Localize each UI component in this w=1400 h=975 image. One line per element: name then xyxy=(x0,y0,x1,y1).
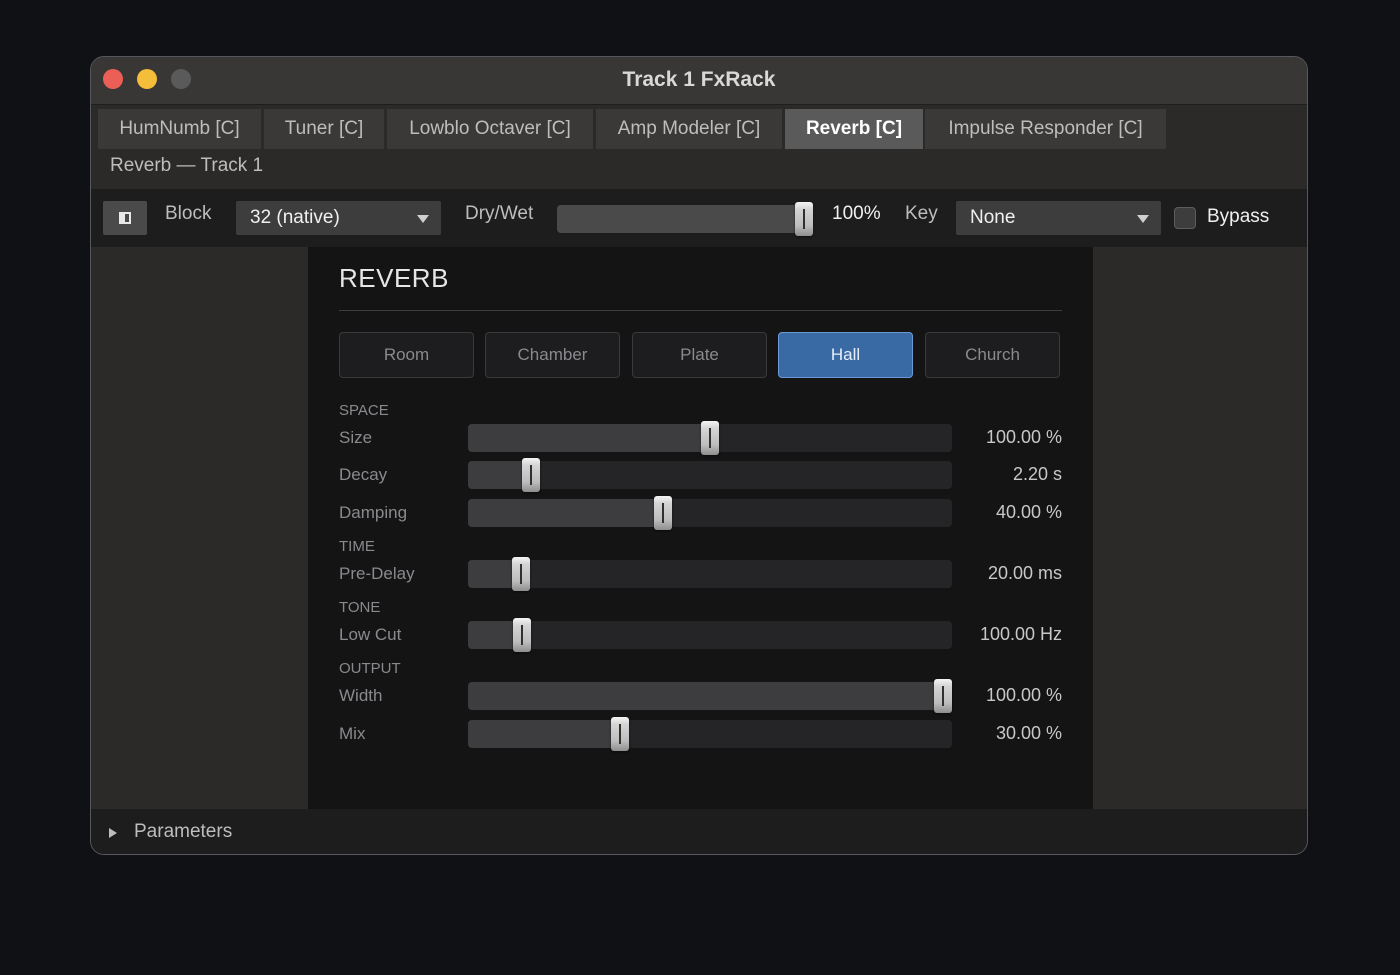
damping-slider[interactable] xyxy=(468,496,952,530)
panel-title: REVERB xyxy=(339,263,449,293)
bypass-label: Bypass xyxy=(1207,206,1270,227)
title-bar: Track 1 FxRack xyxy=(91,57,1307,105)
mix-slider-fill xyxy=(468,720,621,748)
mix-slider[interactable] xyxy=(468,717,952,751)
damping-label: Damping xyxy=(339,503,408,522)
lowcut-slider[interactable] xyxy=(468,618,952,652)
decay-slider-thumb[interactable] xyxy=(521,458,540,492)
disclosure-triangle-icon xyxy=(109,828,117,838)
size-slider[interactable] xyxy=(468,421,952,455)
decay-value: 2.20 s xyxy=(1012,464,1062,484)
lowcut-slider-track xyxy=(468,621,952,649)
mix-label: Mix xyxy=(339,724,366,743)
key-dropdown[interactable]: None xyxy=(956,201,1161,235)
tab-amp-modeler[interactable]: Amp Modeler [C] xyxy=(596,109,782,149)
size-label: Size xyxy=(339,428,373,447)
reverb-panel: REVERB Room Chamber Plate Hall Church SP… xyxy=(308,247,1093,809)
preset-hall-button[interactable]: Hall xyxy=(778,332,913,378)
parameters-disclosure[interactable]: Parameters xyxy=(91,809,1307,854)
plugin-content: REVERB Room Chamber Plate Hall Church SP… xyxy=(91,247,1307,809)
width-slider-thumb[interactable] xyxy=(934,679,952,713)
preset-room-button[interactable]: Room xyxy=(339,332,474,378)
mix-value: 30.00 % xyxy=(995,723,1062,743)
lowcut-value: 100.00 Hz xyxy=(979,624,1062,644)
drywet-slider[interactable] xyxy=(557,202,813,236)
tab-humnumb[interactable]: HumNumb [C] xyxy=(98,109,261,149)
window-title: Track 1 FxRack xyxy=(622,68,776,91)
mix-slider-thumb[interactable] xyxy=(611,717,630,751)
chevron-down-icon xyxy=(1137,215,1149,223)
section-space: SPACE xyxy=(339,402,389,419)
parameters-label: Parameters xyxy=(134,821,233,842)
fxrack-window: Track 1 FxRack HumNumb [C] Tuner [C] Low… xyxy=(90,56,1308,855)
block-label: Block xyxy=(165,203,212,224)
size-value: 100.00 % xyxy=(985,427,1062,447)
tab-bar: HumNumb [C] Tuner [C] Lowblo Octaver [C]… xyxy=(91,105,1307,151)
section-time: TIME xyxy=(339,538,375,555)
block-size-dropdown[interactable]: 32 (native) xyxy=(236,201,441,235)
tab-lowblo-octaver[interactable]: Lowblo Octaver [C] xyxy=(387,109,593,149)
size-slider-fill xyxy=(468,424,710,452)
drywet-label: Dry/Wet xyxy=(465,203,534,224)
damping-slider-fill xyxy=(468,499,664,527)
key-label: Key xyxy=(905,203,938,224)
chevron-down-icon xyxy=(417,215,429,223)
lowcut-slider-thumb[interactable] xyxy=(512,618,531,652)
bypass-checkbox[interactable] xyxy=(1174,207,1196,229)
preset-church-button[interactable]: Church xyxy=(925,332,1060,378)
sidebar-toggle-icon xyxy=(119,212,131,224)
drywet-slider-thumb[interactable] xyxy=(795,202,813,236)
tab-impulse-responder[interactable]: Impulse Responder [C] xyxy=(925,109,1166,149)
decay-label: Decay xyxy=(339,465,388,484)
section-output: OUTPUT xyxy=(339,660,401,677)
tab-tuner[interactable]: Tuner [C] xyxy=(264,109,384,149)
plugin-toolbar: Block 32 (native) Dry/Wet 100% Key None … xyxy=(91,189,1307,247)
width-label: Width xyxy=(339,686,383,705)
sidebar-toggle-button[interactable] xyxy=(103,201,147,235)
predelay-slider-track xyxy=(468,560,952,588)
predelay-label: Pre-Delay xyxy=(339,564,415,583)
predelay-value: 20.00 ms xyxy=(987,563,1062,583)
drywet-slider-fill xyxy=(557,205,804,233)
section-tone: TONE xyxy=(339,599,381,616)
drywet-value: 100% xyxy=(832,203,881,224)
width-slider-fill xyxy=(468,682,943,710)
plugin-subtitle: Reverb — Track 1 xyxy=(110,155,264,176)
key-value: None xyxy=(970,207,1016,228)
preset-chamber-button[interactable]: Chamber xyxy=(485,332,620,378)
decay-slider[interactable] xyxy=(468,458,952,492)
width-value: 100.00 % xyxy=(985,685,1062,705)
decay-slider-track xyxy=(468,461,952,489)
size-slider-thumb[interactable] xyxy=(701,421,719,455)
damping-value: 40.00 % xyxy=(995,502,1062,522)
predelay-slider-thumb[interactable] xyxy=(512,557,531,591)
width-slider[interactable] xyxy=(468,679,952,713)
damping-slider-thumb[interactable] xyxy=(654,496,673,530)
lowcut-label: Low Cut xyxy=(339,625,402,644)
predelay-slider[interactable] xyxy=(468,557,952,591)
panel-divider xyxy=(339,310,1062,311)
block-size-value: 32 (native) xyxy=(250,207,340,228)
preset-plate-button[interactable]: Plate xyxy=(632,332,767,378)
tab-reverb[interactable]: Reverb [C] xyxy=(785,109,923,149)
